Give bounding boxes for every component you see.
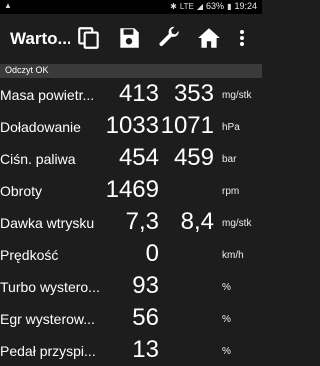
more-vert-icon[interactable] [234, 25, 250, 51]
param-label: Turbo wystero... [0, 279, 100, 295]
parameter-list: Masa powietr... 413 353 mg/stk Doładowan… [0, 78, 262, 366]
param-label: Doładowanie [0, 119, 81, 135]
param-value-2: 1071 [160, 112, 214, 139]
param-value-1: 56 [132, 304, 159, 331]
param-unit: % [222, 314, 231, 325]
status-bar-right: ✱ LTE ◢ 63% ▮ 19:24 [170, 1, 257, 11]
list-item[interactable]: Doładowanie 1033 1071 hPa [0, 110, 262, 142]
list-item[interactable]: Obroty 1469 rpm [0, 174, 262, 206]
app-bar: Warto... [0, 14, 262, 64]
param-unit: hPa [222, 122, 240, 133]
param-label: Obroty [0, 183, 43, 199]
param-value-2: 353 [173, 80, 214, 107]
save-icon[interactable] [116, 25, 142, 51]
param-value-2: 8,4 [180, 208, 214, 235]
list-item[interactable]: Turbo wystero... 93 % [0, 270, 262, 302]
param-value-1: 454 [118, 144, 159, 171]
param-unit: mg/stk [222, 90, 252, 101]
param-value-1: 1469 [105, 176, 159, 203]
param-value-1: 413 [118, 80, 159, 107]
param-label: Masa powietr... [0, 87, 95, 103]
battery-icon: ▮ [227, 1, 232, 11]
param-unit: % [222, 346, 231, 357]
clock: 19:24 [234, 1, 257, 11]
param-value-1: 93 [132, 272, 159, 299]
param-unit: bar [222, 154, 237, 165]
list-item[interactable]: Ciśn. paliwa 454 459 bar [0, 142, 262, 174]
param-value-2: 459 [173, 144, 214, 171]
list-item[interactable]: Masa powietr... 413 353 mg/stk [0, 78, 262, 110]
list-item[interactable]: Prędkość 0 km/h [0, 238, 262, 270]
page-title: Warto... [10, 29, 70, 48]
status-bar: ▲ ✱ LTE ◢ 63% ▮ 19:24 [0, 0, 262, 14]
param-value-1: 1033 [105, 112, 159, 139]
list-item[interactable]: Pedał przyspi... 13 % [0, 334, 262, 366]
param-unit: km/h [222, 250, 244, 261]
param-value-1: 7,3 [125, 208, 159, 235]
param-label: Prędkość [0, 247, 59, 263]
param-label: Pedał przyspi... [0, 343, 96, 359]
list-item[interactable]: Dawka wtrysku 7,3 8,4 mg/stk [0, 206, 262, 238]
status-text: Odczyt OK [5, 65, 49, 75]
param-unit: mg/stk [222, 218, 252, 229]
wrench-icon[interactable] [156, 25, 182, 51]
param-label: Egr wysterow... [0, 311, 95, 327]
status-strip: Odczyt OK [0, 64, 262, 78]
param-unit: % [222, 282, 231, 293]
param-value-1: 0 [145, 240, 159, 267]
param-unit: rpm [222, 186, 240, 197]
signal-icon: ◢ [196, 1, 204, 11]
warning-triangle-icon: ▲ [4, 1, 12, 10]
param-label: Ciśn. paliwa [0, 151, 76, 167]
copy-icon[interactable] [76, 25, 102, 51]
bluetooth-icon: ✱ [170, 1, 177, 11]
param-label: Dawka wtrysku [0, 215, 95, 231]
list-item[interactable]: Egr wysterow... 56 % [0, 302, 262, 334]
battery-percent: 63% [206, 1, 225, 11]
network-type-label: LTE [179, 1, 194, 11]
home-icon[interactable] [196, 25, 222, 51]
